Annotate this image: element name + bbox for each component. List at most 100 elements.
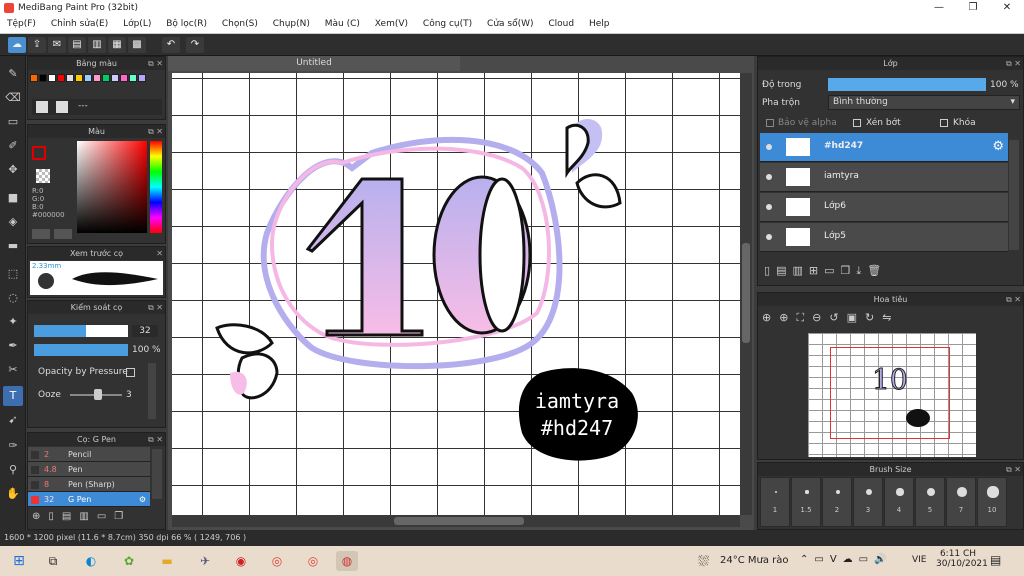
color-swatch[interactable] — [57, 74, 65, 82]
app-icon-green[interactable]: ✿ — [118, 551, 140, 571]
color-swatch[interactable] — [93, 74, 101, 82]
panel-close-icon[interactable]: ⧉ ✕ — [148, 125, 163, 138]
menu-filter[interactable]: Bộ lọc(R) — [161, 16, 212, 32]
close-button[interactable]: ✕ — [990, 0, 1024, 16]
file-explorer-icon[interactable]: ▬ — [156, 551, 178, 571]
fill-rect-icon[interactable]: ■ — [3, 188, 23, 208]
comment-icon[interactable]: ✉ — [48, 37, 66, 53]
pen-tool-icon[interactable]: ✐ — [3, 136, 23, 156]
bucket-tool-icon[interactable]: ◈ — [3, 212, 23, 232]
protect-alpha-checkbox[interactable] — [766, 119, 774, 127]
duplicate-layer-icon[interactable]: ❐ — [841, 264, 857, 277]
app-icon[interactable]: ✈ — [194, 551, 216, 571]
menu-edit[interactable]: Chỉnh sửa(E) — [46, 16, 113, 32]
eraser-tool-icon[interactable]: ⌫ — [3, 88, 23, 108]
menu-file[interactable]: Tệp(F) — [2, 16, 41, 32]
add-layer-menu-icon[interactable]: ⊞ — [809, 264, 824, 277]
foreground-color[interactable] — [32, 146, 46, 160]
visibility-icon[interactable] — [766, 174, 772, 180]
brush-item[interactable]: 4.8 Pen — [28, 462, 150, 477]
minimize-button[interactable]: — — [922, 0, 956, 16]
input-language[interactable]: VIE — [912, 555, 927, 565]
gear-icon[interactable]: ⚙ — [139, 492, 146, 507]
panel-close-icon[interactable]: ⧉ ✕ — [148, 57, 163, 70]
vertical-scrollbar[interactable] — [740, 73, 752, 515]
transparent-color[interactable] — [36, 169, 50, 183]
rotate-right-icon[interactable]: ↻ — [865, 311, 882, 324]
visibility-icon[interactable] — [766, 204, 772, 210]
layer-row-selected[interactable]: #hd247 ⚙ — [760, 133, 1008, 162]
brush-size-cell[interactable]: 5 — [915, 477, 945, 527]
notification-icon[interactable]: ▤ — [990, 553, 1001, 567]
new-layer-icon[interactable]: ▯ — [764, 264, 776, 277]
gradient-tool-icon[interactable]: ▬ — [3, 236, 23, 256]
panel-close-icon[interactable]: ⧉ ✕ — [148, 301, 163, 314]
cloud-icon[interactable]: ☁ — [8, 37, 26, 53]
pressure-checkbox[interactable] — [126, 368, 135, 377]
color-swatch[interactable] — [66, 74, 74, 82]
layer-row[interactable]: iamtyra — [760, 163, 1008, 192]
color-swatch[interactable] — [138, 74, 146, 82]
tray-icons[interactable]: ⌃▭V☁▭🔊 — [800, 554, 893, 565]
brush-item[interactable]: 8 Pen (Sharp) — [28, 477, 150, 492]
delete-layer-icon[interactable]: 🗑 — [867, 264, 887, 277]
document-icon[interactable]: ▥ — [88, 37, 106, 53]
chrome-icon[interactable]: ◎ — [266, 551, 288, 571]
size-value[interactable]: 32 — [132, 325, 158, 337]
navigator-thumbnail[interactable]: 10 — [808, 333, 976, 457]
brush-size-cell[interactable]: 1 — [760, 477, 790, 527]
color-mode-icon[interactable] — [32, 229, 50, 239]
zoom-fit-icon[interactable]: ⊕ — [762, 311, 779, 324]
size-slider[interactable] — [34, 325, 128, 337]
layer-scrollbar[interactable] — [1009, 140, 1019, 250]
menu-view[interactable]: Xem(V) — [370, 16, 413, 32]
eyedropper-icon[interactable]: ✑ — [3, 436, 23, 456]
folder-icon[interactable]: ▭ — [824, 264, 840, 277]
move-tool-icon[interactable]: ✥ — [3, 160, 23, 180]
panel-close-icon[interactable]: ⧉ ✕ — [1006, 57, 1021, 70]
color-swatch[interactable] — [75, 74, 83, 82]
menu-cloud[interactable]: Cloud — [543, 16, 579, 32]
menu-snap[interactable]: Chụp(N) — [268, 16, 315, 32]
saturation-picker[interactable] — [77, 141, 147, 233]
color-swatch[interactable] — [84, 74, 92, 82]
color-swatch[interactable] — [111, 74, 119, 82]
document-tab[interactable]: Untitled — [168, 56, 460, 71]
hue-slider[interactable] — [150, 141, 162, 233]
visibility-icon[interactable] — [766, 144, 772, 150]
grid-icon[interactable]: ▦ — [108, 37, 126, 53]
add-brush-icon[interactable]: ⊕ — [32, 511, 48, 522]
windows-start-icon[interactable]: ⊞ — [8, 551, 30, 571]
color-swatch[interactable] — [48, 74, 56, 82]
panel-close-icon[interactable]: ⧉ ✕ — [1006, 293, 1021, 306]
clipping-checkbox[interactable] — [853, 119, 861, 127]
brush-size-cell[interactable]: 3 — [853, 477, 883, 527]
brush-size-cell[interactable]: 2 — [822, 477, 852, 527]
menu-help[interactable]: Help — [584, 16, 615, 32]
page-icon[interactable]: ▤ — [68, 37, 86, 53]
layer-row[interactable]: Lớp5 — [760, 223, 1008, 252]
select-pen-icon[interactable]: ✒ — [3, 336, 23, 356]
brush-size-cell[interactable]: 10 — [977, 477, 1007, 527]
brush-size-cell[interactable]: 4 — [884, 477, 914, 527]
table-icon[interactable]: ▩ — [128, 37, 146, 53]
panel-close-icon[interactable]: ⧉ ✕ — [1006, 463, 1021, 476]
fit-screen-icon[interactable]: ⛶ — [796, 311, 812, 324]
panel-close-icon[interactable]: ⧉ ✕ — [148, 433, 163, 446]
brush-size-cell[interactable]: 7 — [946, 477, 976, 527]
lasso-tool-icon[interactable]: ◌ — [3, 288, 23, 308]
new-raster-icon[interactable]: ▤ — [776, 264, 792, 277]
zoom-in-icon[interactable]: ⊕ — [779, 311, 796, 324]
text-tool-icon[interactable]: T — [3, 386, 23, 406]
clock[interactable]: 6:11 CH 30/10/2021 — [936, 549, 988, 569]
blend-mode-select[interactable]: Bình thường ▾ — [828, 95, 1020, 110]
ooze-handle[interactable] — [94, 389, 102, 400]
color-swatch[interactable] — [39, 74, 47, 82]
copy-brush-icon[interactable]: ▥ — [79, 511, 96, 522]
new-brush-icon[interactable]: ▯ — [48, 511, 62, 522]
app-icon-red[interactable]: ◉ — [230, 551, 252, 571]
color-swatch[interactable] — [120, 74, 128, 82]
visibility-icon[interactable] — [766, 234, 772, 240]
merge-layer-icon[interactable]: ⤓ — [856, 264, 867, 277]
brush-ctrl-scrollbar[interactable] — [148, 363, 156, 419]
